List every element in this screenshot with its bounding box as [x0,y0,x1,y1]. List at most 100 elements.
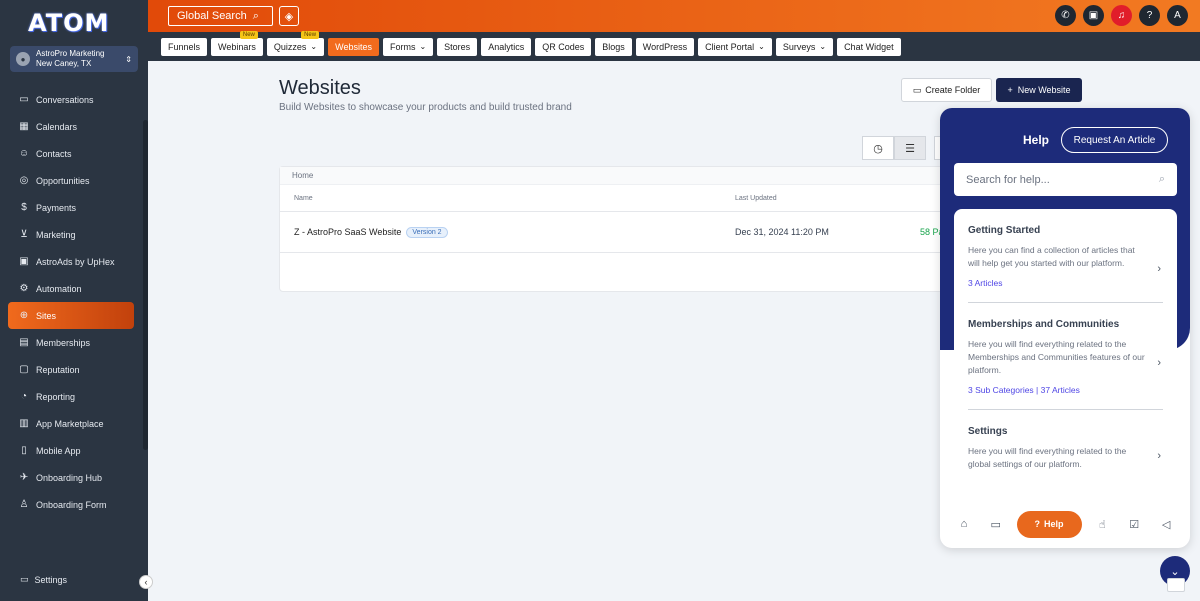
help-tab-button[interactable]: ? Help [1016,510,1082,538]
account-name: AstroPro Marketing [36,49,105,58]
list-view-button[interactable]: ☰ [894,136,926,160]
sidebar-item-conversations[interactable]: ▭ Conversations [8,86,134,113]
tab-label: Quizzes [273,41,307,52]
sidebar-item-reporting[interactable]: ◔ Reporting [8,383,134,410]
sidebar-item-label: Payments [36,202,77,213]
notifications-button[interactable]: ♫ [1111,5,1132,26]
tab-analytics[interactable]: Analytics [481,37,532,56]
page-title: Websites [279,77,361,99]
tab-label: Blogs [602,41,625,52]
tab-websites[interactable]: Websites [328,37,379,56]
request-article-button[interactable]: Request An Article [1061,127,1168,153]
column-name[interactable]: Name [294,195,313,202]
sidebar-item-payments[interactable]: $ Payments [8,194,134,221]
home-icon[interactable]: ⌂ [953,518,975,530]
calendar-icon: ▦ [19,121,29,132]
website-name-cell[interactable]: Z - AstroPro SaaS Website Version 2 [294,226,448,238]
account-switcher[interactable]: ● AstroPro Marketing New Caney, TX ⇕ [10,46,138,72]
app-logo[interactable]: ATOM [0,0,148,46]
sidebar-item-mobile-app[interactable]: ▯ Mobile App [8,437,134,464]
tab-label: Chat Widget [844,41,894,52]
question-icon: ? [1146,10,1153,21]
website-name[interactable]: Z - AstroPro SaaS Website [294,227,401,237]
tab-quizzes[interactable]: Quizzes ⌄ New [266,30,325,56]
create-folder-button[interactable]: ▭ Create Folder [901,78,992,102]
tab-blogs[interactable]: Blogs [595,37,632,56]
top-bar: Global Search ⌕ ◈ ✆ ▣ ♫ ? A [148,0,1200,32]
tab-label: Analytics [488,41,525,52]
messages-icon[interactable]: ▭ [985,518,1007,531]
category-title: Getting Started [968,225,1041,236]
help-tab-label: Help [1044,519,1064,529]
tab-label: WordPress [642,41,688,52]
announcements-button[interactable]: ▣ [1083,5,1104,26]
sidebar-item-memberships[interactable]: ▤ Memberships [8,329,134,356]
tab-stores[interactable]: Stores [437,37,478,56]
sidebar-item-calendars[interactable]: ▦ Calendars [8,113,134,140]
help-button[interactable]: ? [1139,5,1160,26]
product-tabs: Funnels Webinars New Quizzes ⌄ New Websites… [148,30,1200,61]
tab-chat-widget[interactable]: Chat Widget [837,37,901,56]
chevron-updown-icon: ⇕ [125,54,132,64]
clock-icon: ◷ [873,142,883,155]
chevron-down-icon: ⌄ [310,42,318,51]
sidebar-item-app-marketplace[interactable]: ▥ App Marketplace [8,410,134,437]
sidebar-item-settings[interactable]: ▭ Settings [20,574,67,585]
column-last-updated[interactable]: Last Updated [735,195,777,202]
breadcrumb[interactable]: Home [280,167,948,185]
help-category-memberships[interactable]: Memberships and Communities Here you wil… [968,303,1163,410]
tab-label: Client Portal [705,41,755,52]
tab-qr-codes[interactable]: QR Codes [535,37,592,56]
ads-icon: ▣ [19,256,29,267]
megaphone-icon[interactable]: ◁ [1155,518,1177,531]
tab-surveys[interactable]: Surveys ⌄ [775,37,834,56]
sidebar-item-label: App Marketplace [36,418,104,429]
profile-button[interactable]: A [1167,5,1188,26]
sidebar-item-automation[interactable]: ⚙ Automation [8,275,134,302]
chevron-right-icon: › [1157,450,1161,462]
tab-wordpress[interactable]: WordPress [635,37,695,56]
help-category-getting-started[interactable]: Getting Started Here you can find a coll… [968,209,1163,303]
chat-icon: ▭ [19,94,29,105]
checklist-icon[interactable]: ☑ [1123,518,1145,531]
table-row[interactable]: Z - AstroPro SaaS Website Version 2 Dec … [280,212,948,253]
sidebar-item-contacts[interactable]: ☺ Contacts [8,140,134,167]
chevron-down-icon: ⌄ [819,42,827,51]
tab-funnels[interactable]: Funnels [161,37,208,56]
help-footer-nav: ⌂ ▭ ? Help ☝ ☑ ◁ [940,500,1190,548]
tab-webinars[interactable]: Webinars New [211,30,263,56]
view-toggle: ◷ ☰ [862,136,926,160]
sidebar-item-label: Onboarding Hub [36,472,103,483]
tour-icon[interactable]: ☝ [1091,518,1113,531]
sidebar-item-marketing[interactable]: ⊻ Marketing [8,221,134,248]
tab-client-portal[interactable]: Client Portal ⌄ [698,37,772,56]
sidebar-item-opportunities[interactable]: ◎ Opportunities [8,167,134,194]
category-title: Settings [968,426,1008,437]
recent-view-button[interactable]: ◷ [862,136,894,160]
global-search-label: Global Search [177,10,247,22]
expand-icon[interactable] [1167,578,1185,592]
tab-forms[interactable]: Forms ⌄ [382,37,434,56]
onboarding-form-icon: ♙ [19,499,29,510]
tab-label: Forms [389,41,416,52]
sidebar-item-onboarding-hub[interactable]: ✈ Onboarding Hub [8,464,134,491]
phone-button[interactable]: ✆ [1055,5,1076,26]
sidebar-item-label: Conversations [36,94,94,105]
sidebar-item-astroads[interactable]: ▣ AstroAds by UpHex [8,248,134,275]
global-search-button[interactable]: Global Search ⌕ [168,6,273,26]
sidebar-item-label: AstroAds by UpHex [36,256,115,267]
automation-icon: ⚙ [19,283,29,294]
help-search-input[interactable]: Search for help... ⌕ [954,163,1177,196]
chevron-right-icon: › [1157,263,1161,275]
layers-button[interactable]: ◈ [279,6,299,26]
reputation-icon: ▢ [19,364,29,375]
sidebar-item-reputation[interactable]: ▢ Reputation [8,356,134,383]
new-website-button[interactable]: + New Website [996,78,1082,102]
contacts-icon: ☺ [18,148,30,159]
bell-icon: ♫ [1117,10,1126,21]
sidebar-item-onboarding-form[interactable]: ♙ Onboarding Form [8,491,134,518]
sidebar-item-sites[interactable]: ⊕ Sites [8,302,134,329]
help-category-settings[interactable]: Settings Here you will find everything r… [968,410,1163,485]
search-icon: ⌕ [252,9,259,22]
user-avatar-icon: A [1174,10,1181,21]
